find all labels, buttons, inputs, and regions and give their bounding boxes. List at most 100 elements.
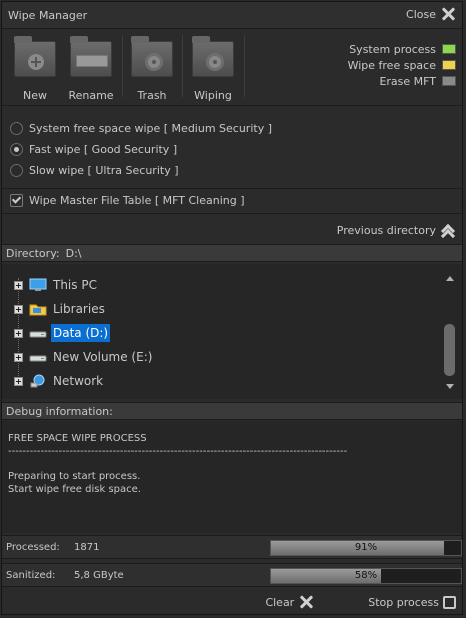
radio-indicator xyxy=(10,143,23,156)
expand-icon[interactable] xyxy=(14,376,23,386)
expand-icon[interactable] xyxy=(14,352,23,362)
new-button-label: New xyxy=(23,89,47,102)
processed-label: Processed: xyxy=(6,542,60,553)
tree-node-new-volume-e[interactable]: New Volume (E:) xyxy=(14,348,154,366)
network-icon xyxy=(29,374,47,388)
scroll-down-icon[interactable] xyxy=(446,384,454,389)
tree-node-network[interactable]: Network xyxy=(14,372,105,390)
directory-path: D:\ xyxy=(65,246,82,260)
toolbar-separator xyxy=(182,35,183,97)
debug-log: FREE SPACE WIPE PROCESS ----------------… xyxy=(2,421,462,533)
clear-label: Clear xyxy=(265,595,295,609)
progress-percent: 91% xyxy=(354,542,378,553)
debug-title: FREE SPACE WIPE PROCESS xyxy=(8,433,147,444)
tree-node-this-pc[interactable]: This PC xyxy=(14,276,99,294)
radio-indicator xyxy=(10,164,23,177)
status-led-icon xyxy=(442,60,456,70)
status-led-icon xyxy=(442,44,456,54)
debug-line: Preparing to start process. xyxy=(8,471,141,482)
status-erase-mft: Erase MFT xyxy=(348,73,456,89)
radio-slow-wipe[interactable]: Slow wipe [ Ultra Security ] xyxy=(10,164,179,177)
mft-checkbox[interactable]: Wipe Master File Table [ MFT Cleaning ] xyxy=(10,194,245,207)
tree-node-label: Libraries xyxy=(53,302,105,316)
debug-header-label: Debug information: xyxy=(6,404,113,418)
wiping-button-label: Wiping xyxy=(194,89,232,102)
directory-bar: Directory: D:\ xyxy=(2,244,462,262)
progress-percent: 58% xyxy=(354,570,378,581)
title-bar: Wipe Manager Close xyxy=(2,2,462,29)
drive-icon xyxy=(29,326,47,340)
new-folder-icon xyxy=(14,36,56,79)
radio-label: Fast wipe [ Good Security ] xyxy=(29,143,178,156)
toolbar-separator xyxy=(122,35,123,97)
radio-fast-wipe[interactable]: Fast wipe [ Good Security ] xyxy=(10,143,177,156)
action-bar: Clear Stop process xyxy=(2,590,462,614)
radio-indicator xyxy=(10,122,23,135)
sanitized-value: 5,8 GByte xyxy=(74,570,124,581)
status-label: Wipe free space xyxy=(347,58,436,72)
wipe-mode-options: System free space wipe [ Medium Security… xyxy=(2,106,462,189)
radio-label: System free space wipe [ Medium Security… xyxy=(29,122,272,135)
mft-option: Wipe Master File Table [ MFT Cleaning ] xyxy=(2,189,462,214)
stop-process-button[interactable]: Stop process xyxy=(368,595,456,609)
close-button[interactable]: Close xyxy=(406,6,456,22)
wiping-icon xyxy=(192,36,234,79)
checkbox-indicator xyxy=(10,194,23,207)
processed-row: Processed: 1871 91% xyxy=(2,535,462,559)
sanitized-progress-bar: 58% xyxy=(270,568,462,584)
folder-tree: This PC Libraries Data (D:) New Volume (… xyxy=(2,264,462,399)
status-system-process: System process xyxy=(348,41,456,57)
status-led-icon xyxy=(442,76,456,86)
tree-node-data-d[interactable]: Data (D:) xyxy=(14,324,111,342)
wiping-button[interactable]: Wiping xyxy=(188,36,238,102)
new-button[interactable]: New xyxy=(10,36,60,102)
scroll-up-icon[interactable] xyxy=(446,276,454,281)
computer-icon xyxy=(29,278,47,292)
debug-header: Debug information: xyxy=(2,402,462,420)
radio-label: Slow wipe [ Ultra Security ] xyxy=(29,164,179,177)
processed-value: 1871 xyxy=(74,542,100,553)
stop-icon xyxy=(443,595,456,609)
expand-icon[interactable] xyxy=(14,280,23,290)
double-chevron-up-icon xyxy=(440,223,456,244)
sanitized-label: Sanitized: xyxy=(6,570,56,581)
tree-node-libraries[interactable]: Libraries xyxy=(14,300,107,318)
wipe-manager-window: Wipe Manager Close New Rename Trash Wipi… xyxy=(1,1,463,615)
tree-node-label: This PC xyxy=(53,278,97,292)
tree-node-label: New Volume (E:) xyxy=(53,350,153,364)
trash-button-label: Trash xyxy=(137,89,167,102)
status-label: Erase MFT xyxy=(379,74,436,88)
tree-node-label: Data (D:) xyxy=(51,324,111,342)
window-title: Wipe Manager xyxy=(8,9,88,22)
status-legend: System process Wipe free space Erase MFT xyxy=(348,41,456,89)
scroll-thumb[interactable] xyxy=(444,324,455,376)
radio-system-free-space-wipe[interactable]: System free space wipe [ Medium Security… xyxy=(10,122,272,135)
previous-directory-button[interactable]: Previous directory xyxy=(2,218,462,244)
status-label: System process xyxy=(349,42,436,56)
trash-button[interactable]: Trash xyxy=(127,36,177,102)
rename-folder-icon xyxy=(70,36,112,79)
sanitized-row: Sanitized: 5,8 GByte 58% xyxy=(2,563,462,587)
tree-scrollbar[interactable] xyxy=(444,264,456,399)
close-icon xyxy=(440,6,456,22)
expand-icon[interactable] xyxy=(14,328,23,338)
status-wipe-free-space: Wipe free space xyxy=(348,57,456,73)
mft-checkbox-label: Wipe Master File Table [ MFT Cleaning ] xyxy=(29,194,245,207)
tree-node-label: Network xyxy=(53,374,104,388)
directory-label: Directory: xyxy=(6,246,60,260)
trash-icon xyxy=(131,36,173,79)
drive-icon xyxy=(29,350,47,364)
rename-button-label: Rename xyxy=(68,89,114,102)
rename-button[interactable]: Rename xyxy=(66,36,116,102)
debug-line: Start wipe free disk space. xyxy=(8,484,141,495)
clear-button[interactable]: Clear xyxy=(265,594,314,610)
expand-icon[interactable] xyxy=(14,304,23,314)
close-label: Close xyxy=(406,7,436,21)
toolbar-separator xyxy=(244,35,245,97)
libraries-folder-icon xyxy=(29,302,47,316)
processed-progress-bar: 91% xyxy=(270,540,462,556)
stop-process-label: Stop process xyxy=(368,595,439,609)
debug-separator: ----------------------------------------… xyxy=(8,446,348,457)
clear-icon xyxy=(298,594,314,610)
toolbar: New Rename Trash Wiping System process W… xyxy=(2,29,462,106)
